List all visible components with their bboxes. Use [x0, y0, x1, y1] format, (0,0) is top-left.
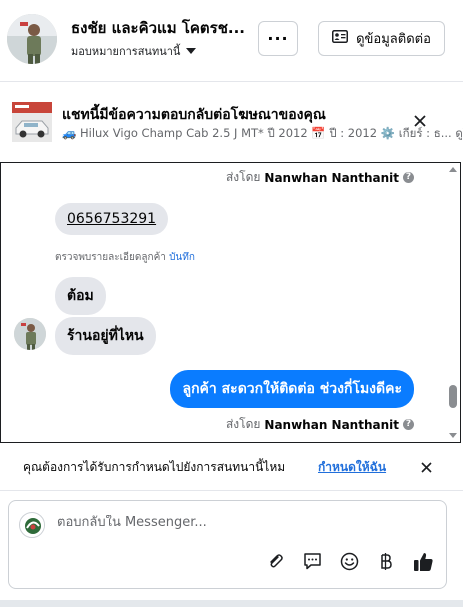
contact-info-label: ดูข้อมูลติดต่อ — [356, 32, 431, 47]
emoji-icon[interactable] — [338, 550, 360, 572]
more-icon: ··· — [267, 29, 289, 48]
assign-prompt-text: คุณต้องการได้รับการกำหนดไปยังการสนทนานี้… — [23, 460, 286, 474]
scroll-down-arrow-icon[interactable] — [449, 433, 457, 438]
info-icon[interactable]: ? — [403, 419, 414, 430]
chevron-down-icon — [186, 48, 197, 54]
thread-scrollbar[interactable] — [447, 163, 460, 442]
sent-by-prefix: ส่งโดย — [225, 170, 261, 184]
detail-text: ตรวจพบรายละเอียดลูกค้า — [55, 252, 166, 263]
message-text: ต้อม — [67, 288, 94, 304]
info-icon[interactable]: ? — [403, 172, 414, 183]
reply-input[interactable] — [57, 515, 427, 530]
sent-by-row: ส่งโดย Nanwhan Nanthanit ? — [226, 415, 414, 434]
conversation-panel: ธงชัย และคิวแม โคตรช... มอบหมายการสนทนาน… — [0, 0, 463, 600]
page-bottom-edge — [0, 600, 463, 607]
sender-avatar[interactable] — [14, 318, 46, 350]
saved-replies-icon[interactable] — [301, 550, 323, 572]
thumbs-up-icon[interactable] — [412, 550, 434, 572]
scrollbar-thumb[interactable] — [449, 385, 457, 408]
contact-card-icon — [332, 30, 349, 47]
close-icon — [414, 115, 426, 127]
close-ad-banner-button[interactable] — [413, 113, 427, 132]
message-text: ร้านอยู่ที่ไหน — [67, 328, 144, 344]
sent-by-prefix: ส่งโดย — [225, 417, 261, 431]
composer-toolbar — [264, 550, 434, 572]
assign-to-me-link[interactable]: กำหนดให้ฉัน — [318, 458, 386, 477]
assign-prompt-bar: คุณต้องการได้รับการกำหนดไปยังการสนทนานี้… — [0, 446, 463, 486]
outgoing-message[interactable]: ลูกค้า สะดวกให้ติดต่อ ช่วงกี่โมงดีคะ — [170, 370, 414, 408]
view-contact-info-button[interactable]: ดูข้อมูลติดต่อ — [318, 21, 445, 56]
ad-thumbnail — [12, 102, 52, 142]
sender-name: Nanwhan Nanthanit — [264, 170, 399, 185]
sent-by-row: ส่งโดย Nanwhan Nanthanit ? — [226, 168, 414, 187]
sender-name: Nanwhan Nanthanit — [264, 417, 399, 432]
assign-conversation-dropdown[interactable]: มอบหมายการสนทนานี้ — [71, 42, 197, 60]
composer-area — [0, 490, 463, 600]
customer-detail-notice: ตรวจพบรายละเอียดลูกค้า บันทึก — [55, 250, 195, 265]
baht-icon[interactable] — [375, 550, 397, 572]
contact-name[interactable]: ธงชัย และคิวแม โคตรช... — [71, 16, 251, 40]
incoming-message[interactable]: ต้อม — [55, 277, 106, 315]
scroll-up-arrow-icon[interactable] — [449, 167, 457, 172]
assign-label: มอบหมายการสนทนานี้ — [71, 45, 181, 58]
save-detail-link[interactable]: บันทึก — [169, 252, 195, 263]
message-thread[interactable]: ส่งโดย Nanwhan Nanthanit ? 0656753291 ตร… — [0, 162, 461, 443]
ad-reply-title: แชทนี้มีข้อความตอบกลับต่อโฆษณาของคุณ — [62, 107, 326, 123]
phone-number-link[interactable]: 0656753291 — [67, 211, 156, 227]
more-options-button[interactable]: ··· — [258, 21, 298, 56]
incoming-message[interactable]: ร้านอยู่ที่ไหน — [55, 317, 156, 355]
close-icon — [421, 462, 432, 473]
contact-avatar[interactable] — [7, 14, 57, 64]
attach-icon[interactable] — [264, 550, 286, 572]
conversation-header: ธงชัย และคิวแม โคตรช... มอบหมายการสนทนาน… — [0, 0, 463, 82]
incoming-message[interactable]: 0656753291 — [55, 203, 169, 235]
dismiss-prompt-button[interactable] — [420, 459, 433, 478]
reply-composer — [8, 500, 447, 589]
message-text: ลูกค้า สะดวกให้ติดต่อ ช่วงกี่โมงดีคะ — [182, 381, 402, 397]
ad-subtitle: 🚙 Hilux Vigo Champ Cab 2.5 J MT* ปี 2012… — [62, 126, 463, 140]
ad-reply-banner[interactable]: แชทนี้มีข้อความตอบกลับต่อโฆษณาของคุณ 🚙 H… — [0, 83, 463, 161]
page-avatar — [19, 512, 45, 538]
